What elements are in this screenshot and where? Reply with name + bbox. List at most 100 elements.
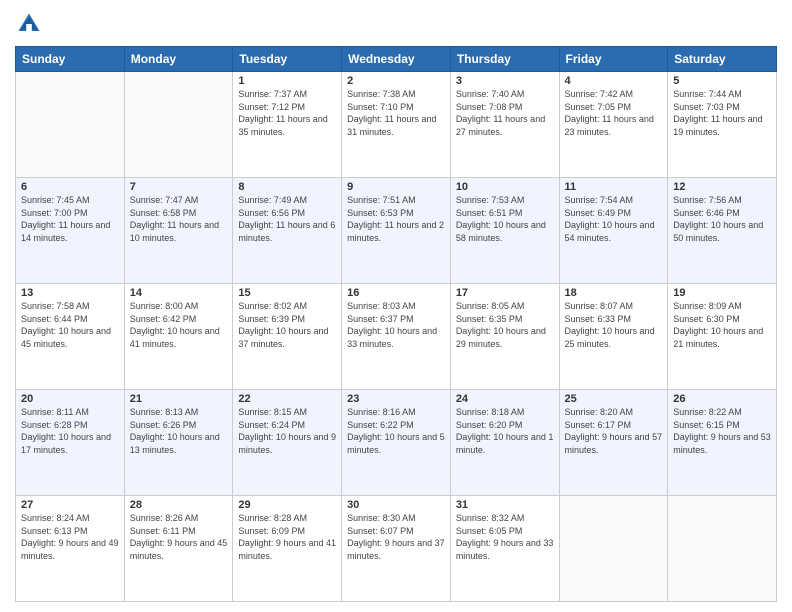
day-number: 2 (347, 75, 445, 87)
day-number: 30 (347, 499, 445, 511)
day-cell: 2Sunrise: 7:38 AM Sunset: 7:10 PM Daylig… (342, 72, 451, 178)
day-number: 10 (456, 181, 554, 193)
page: SundayMondayTuesdayWednesdayThursdayFrid… (0, 0, 792, 612)
day-cell: 25Sunrise: 8:20 AM Sunset: 6:17 PM Dayli… (559, 390, 668, 496)
day-info: Sunrise: 7:40 AM Sunset: 7:08 PM Dayligh… (456, 88, 554, 138)
day-cell: 24Sunrise: 8:18 AM Sunset: 6:20 PM Dayli… (450, 390, 559, 496)
day-number: 17 (456, 287, 554, 299)
day-cell: 9Sunrise: 7:51 AM Sunset: 6:53 PM Daylig… (342, 178, 451, 284)
day-cell: 13Sunrise: 7:58 AM Sunset: 6:44 PM Dayli… (16, 284, 125, 390)
day-info: Sunrise: 8:00 AM Sunset: 6:42 PM Dayligh… (130, 300, 228, 350)
calendar-table: SundayMondayTuesdayWednesdayThursdayFrid… (15, 46, 777, 602)
day-cell: 1Sunrise: 7:37 AM Sunset: 7:12 PM Daylig… (233, 72, 342, 178)
day-number: 28 (130, 499, 228, 511)
day-info: Sunrise: 8:05 AM Sunset: 6:35 PM Dayligh… (456, 300, 554, 350)
day-info: Sunrise: 8:22 AM Sunset: 6:15 PM Dayligh… (673, 406, 771, 456)
day-cell: 7Sunrise: 7:47 AM Sunset: 6:58 PM Daylig… (124, 178, 233, 284)
day-info: Sunrise: 8:30 AM Sunset: 6:07 PM Dayligh… (347, 512, 445, 562)
day-number: 25 (565, 393, 663, 405)
day-cell: 22Sunrise: 8:15 AM Sunset: 6:24 PM Dayli… (233, 390, 342, 496)
day-number: 16 (347, 287, 445, 299)
logo-icon (15, 10, 43, 38)
day-info: Sunrise: 8:32 AM Sunset: 6:05 PM Dayligh… (456, 512, 554, 562)
day-cell (16, 72, 125, 178)
day-info: Sunrise: 8:20 AM Sunset: 6:17 PM Dayligh… (565, 406, 663, 456)
day-number: 11 (565, 181, 663, 193)
day-number: 19 (673, 287, 771, 299)
day-cell: 12Sunrise: 7:56 AM Sunset: 6:46 PM Dayli… (668, 178, 777, 284)
day-number: 20 (21, 393, 119, 405)
day-cell: 28Sunrise: 8:26 AM Sunset: 6:11 PM Dayli… (124, 496, 233, 602)
day-info: Sunrise: 7:51 AM Sunset: 6:53 PM Dayligh… (347, 194, 445, 244)
day-number: 8 (238, 181, 336, 193)
day-cell: 19Sunrise: 8:09 AM Sunset: 6:30 PM Dayli… (668, 284, 777, 390)
week-row-3: 13Sunrise: 7:58 AM Sunset: 6:44 PM Dayli… (16, 284, 777, 390)
day-cell: 26Sunrise: 8:22 AM Sunset: 6:15 PM Dayli… (668, 390, 777, 496)
day-info: Sunrise: 8:15 AM Sunset: 6:24 PM Dayligh… (238, 406, 336, 456)
day-cell (124, 72, 233, 178)
day-cell (668, 496, 777, 602)
day-cell: 30Sunrise: 8:30 AM Sunset: 6:07 PM Dayli… (342, 496, 451, 602)
day-cell: 5Sunrise: 7:44 AM Sunset: 7:03 PM Daylig… (668, 72, 777, 178)
day-info: Sunrise: 8:16 AM Sunset: 6:22 PM Dayligh… (347, 406, 445, 456)
week-row-1: 1Sunrise: 7:37 AM Sunset: 7:12 PM Daylig… (16, 72, 777, 178)
day-cell: 8Sunrise: 7:49 AM Sunset: 6:56 PM Daylig… (233, 178, 342, 284)
day-cell: 21Sunrise: 8:13 AM Sunset: 6:26 PM Dayli… (124, 390, 233, 496)
day-cell: 31Sunrise: 8:32 AM Sunset: 6:05 PM Dayli… (450, 496, 559, 602)
day-number: 12 (673, 181, 771, 193)
day-number: 29 (238, 499, 336, 511)
day-cell: 3Sunrise: 7:40 AM Sunset: 7:08 PM Daylig… (450, 72, 559, 178)
day-number: 15 (238, 287, 336, 299)
day-number: 1 (238, 75, 336, 87)
day-number: 14 (130, 287, 228, 299)
weekday-header-row: SundayMondayTuesdayWednesdayThursdayFrid… (16, 47, 777, 72)
day-info: Sunrise: 7:53 AM Sunset: 6:51 PM Dayligh… (456, 194, 554, 244)
logo (15, 10, 47, 38)
day-info: Sunrise: 7:42 AM Sunset: 7:05 PM Dayligh… (565, 88, 663, 138)
day-number: 13 (21, 287, 119, 299)
day-info: Sunrise: 7:45 AM Sunset: 7:00 PM Dayligh… (21, 194, 119, 244)
day-cell: 27Sunrise: 8:24 AM Sunset: 6:13 PM Dayli… (16, 496, 125, 602)
day-number: 24 (456, 393, 554, 405)
day-cell: 18Sunrise: 8:07 AM Sunset: 6:33 PM Dayli… (559, 284, 668, 390)
weekday-thursday: Thursday (450, 47, 559, 72)
day-cell: 15Sunrise: 8:02 AM Sunset: 6:39 PM Dayli… (233, 284, 342, 390)
day-cell (559, 496, 668, 602)
day-cell: 16Sunrise: 8:03 AM Sunset: 6:37 PM Dayli… (342, 284, 451, 390)
day-number: 31 (456, 499, 554, 511)
day-info: Sunrise: 8:03 AM Sunset: 6:37 PM Dayligh… (347, 300, 445, 350)
day-number: 22 (238, 393, 336, 405)
weekday-tuesday: Tuesday (233, 47, 342, 72)
day-cell: 17Sunrise: 8:05 AM Sunset: 6:35 PM Dayli… (450, 284, 559, 390)
day-cell: 23Sunrise: 8:16 AM Sunset: 6:22 PM Dayli… (342, 390, 451, 496)
day-info: Sunrise: 8:07 AM Sunset: 6:33 PM Dayligh… (565, 300, 663, 350)
day-number: 9 (347, 181, 445, 193)
day-number: 5 (673, 75, 771, 87)
day-cell: 11Sunrise: 7:54 AM Sunset: 6:49 PM Dayli… (559, 178, 668, 284)
weekday-saturday: Saturday (668, 47, 777, 72)
day-cell: 29Sunrise: 8:28 AM Sunset: 6:09 PM Dayli… (233, 496, 342, 602)
day-info: Sunrise: 8:18 AM Sunset: 6:20 PM Dayligh… (456, 406, 554, 456)
day-info: Sunrise: 7:47 AM Sunset: 6:58 PM Dayligh… (130, 194, 228, 244)
day-number: 7 (130, 181, 228, 193)
day-info: Sunrise: 7:37 AM Sunset: 7:12 PM Dayligh… (238, 88, 336, 138)
day-cell: 10Sunrise: 7:53 AM Sunset: 6:51 PM Dayli… (450, 178, 559, 284)
day-cell: 14Sunrise: 8:00 AM Sunset: 6:42 PM Dayli… (124, 284, 233, 390)
day-info: Sunrise: 7:44 AM Sunset: 7:03 PM Dayligh… (673, 88, 771, 138)
day-cell: 20Sunrise: 8:11 AM Sunset: 6:28 PM Dayli… (16, 390, 125, 496)
week-row-2: 6Sunrise: 7:45 AM Sunset: 7:00 PM Daylig… (16, 178, 777, 284)
week-row-4: 20Sunrise: 8:11 AM Sunset: 6:28 PM Dayli… (16, 390, 777, 496)
day-number: 4 (565, 75, 663, 87)
week-row-5: 27Sunrise: 8:24 AM Sunset: 6:13 PM Dayli… (16, 496, 777, 602)
day-cell: 6Sunrise: 7:45 AM Sunset: 7:00 PM Daylig… (16, 178, 125, 284)
day-info: Sunrise: 8:02 AM Sunset: 6:39 PM Dayligh… (238, 300, 336, 350)
day-number: 27 (21, 499, 119, 511)
day-info: Sunrise: 8:26 AM Sunset: 6:11 PM Dayligh… (130, 512, 228, 562)
day-number: 21 (130, 393, 228, 405)
day-number: 18 (565, 287, 663, 299)
header (15, 10, 777, 38)
day-number: 26 (673, 393, 771, 405)
day-cell: 4Sunrise: 7:42 AM Sunset: 7:05 PM Daylig… (559, 72, 668, 178)
day-number: 6 (21, 181, 119, 193)
day-info: Sunrise: 8:13 AM Sunset: 6:26 PM Dayligh… (130, 406, 228, 456)
